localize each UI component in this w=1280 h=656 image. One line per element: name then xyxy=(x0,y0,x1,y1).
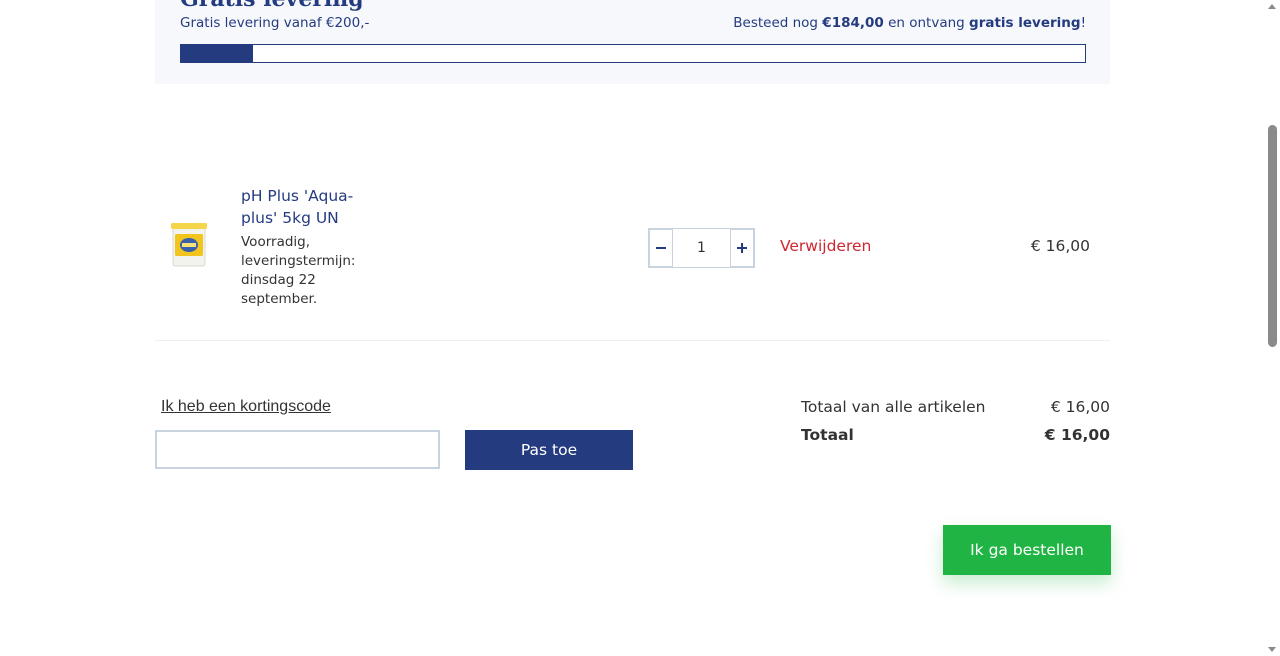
free-delivery-remaining-message: Besteed nog €184,00 en ontvang gratis le… xyxy=(733,15,1086,31)
discount-code-input[interactable] xyxy=(155,430,440,469)
scroll-down-arrow-icon[interactable] xyxy=(1268,647,1276,652)
subtotal-label: Totaal van alle artikelen xyxy=(801,398,986,416)
product-name-link[interactable]: pH Plus 'Aqua-plus' 5kg UN xyxy=(241,185,371,229)
remaining-bold: gratis levering xyxy=(969,15,1081,31)
checkout-button[interactable]: Ik ga bestellen xyxy=(943,525,1111,575)
remove-item-link[interactable]: Verwijderen xyxy=(780,237,871,255)
apply-discount-button[interactable]: Pas toe xyxy=(465,430,633,470)
quantity-input[interactable]: 1 xyxy=(673,229,730,267)
product-stock-status: Voorradig, leveringstermijn: dinsdag 22 … xyxy=(241,234,356,307)
plus-icon[interactable] xyxy=(730,229,754,267)
free-delivery-banner: Gratis levering Gratis levering vanaf €2… xyxy=(155,0,1110,84)
total-label: Totaal xyxy=(801,426,854,444)
free-delivery-progress-fill xyxy=(181,45,254,62)
scroll-up-arrow-icon[interactable] xyxy=(1268,4,1276,9)
remaining-prefix: Besteed nog xyxy=(733,15,823,31)
remaining-middle: en ontvang xyxy=(883,15,970,31)
remaining-amount: €184,00 xyxy=(822,15,884,31)
product-bucket-icon[interactable] xyxy=(169,220,209,270)
discount-code-toggle[interactable]: Ik heb een kortingscode xyxy=(161,398,331,416)
free-delivery-progress-bar xyxy=(180,44,1086,63)
cart-item-row: pH Plus 'Aqua-plus' 5kg UN Voorradig, le… xyxy=(155,170,1110,341)
cart-page: Gratis levering Gratis levering vanaf €2… xyxy=(0,0,1280,656)
total-value: € 16,00 xyxy=(1044,426,1110,444)
quantity-stepper: 1 xyxy=(648,228,755,268)
item-price: € 16,00 xyxy=(1030,237,1090,255)
remaining-suffix: ! xyxy=(1080,15,1086,31)
free-delivery-title: Gratis levering xyxy=(180,0,364,12)
scrollbar-thumb[interactable] xyxy=(1268,125,1277,347)
page-scrollbar[interactable] xyxy=(1266,0,1280,656)
subtotal-value: € 16,00 xyxy=(1050,398,1110,416)
free-delivery-threshold: Gratis levering vanaf €200,- xyxy=(180,15,370,31)
minus-icon[interactable] xyxy=(649,229,673,267)
